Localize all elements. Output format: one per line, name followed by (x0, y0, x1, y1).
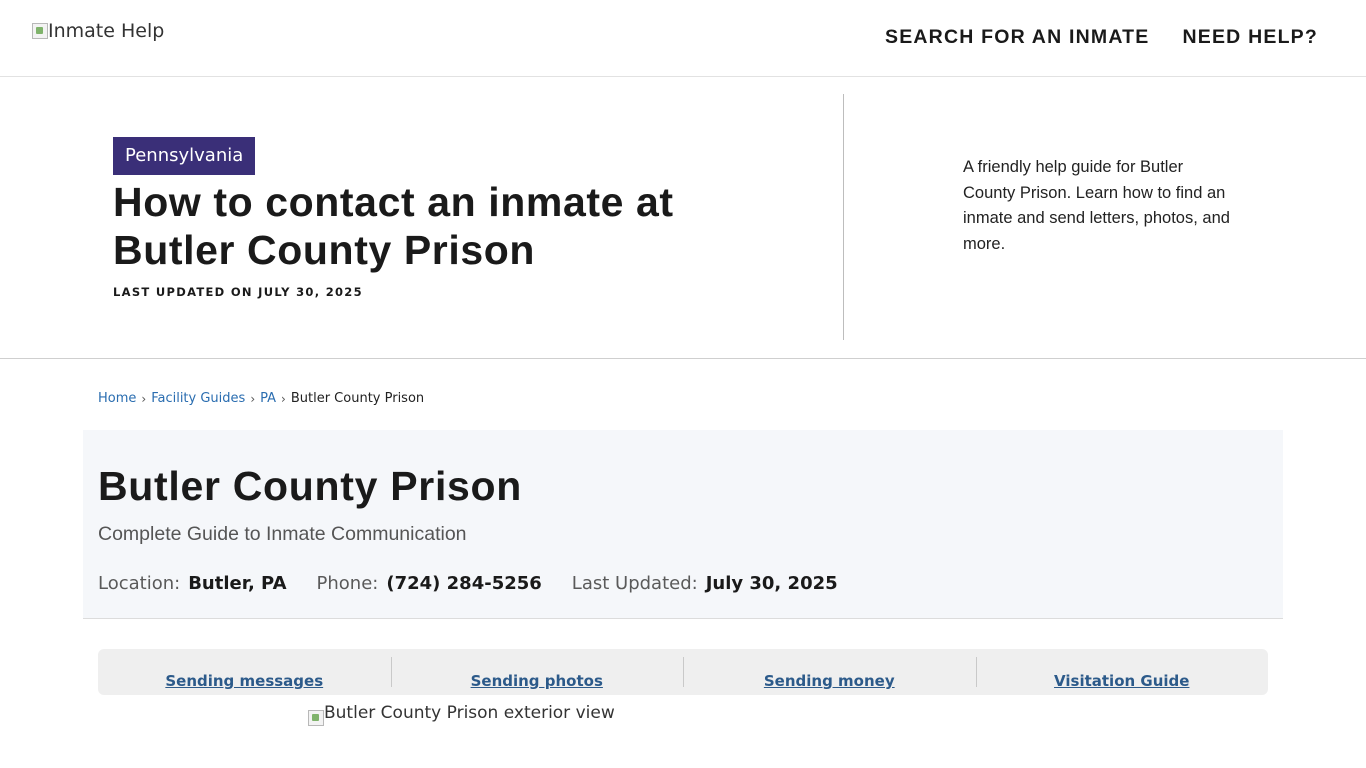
breadcrumb-separator: › (141, 391, 147, 406)
tab-visitation-guide: Visitation Guide (975, 657, 1269, 690)
tab-link-visitation-guide[interactable]: Visitation Guide (1054, 666, 1189, 696)
facility-exterior-image: Butler County Prison exterior view (308, 703, 615, 726)
nav-need-help[interactable]: NEED HELP? (1182, 26, 1318, 48)
facility-subtitle: Complete Guide to Inmate Communication (98, 523, 467, 545)
location-value: Butler, PA (188, 573, 287, 594)
state-badge[interactable]: Pennsylvania (113, 137, 256, 175)
meta-location: Location: Butler, PA (98, 572, 287, 596)
location-label: Location: (98, 573, 181, 594)
meta-last-updated: Last Updated: July 30, 2025 (572, 572, 838, 596)
breadcrumb-current: Butler County Prison (290, 391, 425, 406)
tab-sending-money: Sending money (683, 657, 976, 690)
tab-sending-photos: Sending photos (390, 657, 684, 690)
facility-card: Butler County Prison Complete Guide to I… (83, 430, 1283, 619)
facility-meta: Location: Butler, PA Phone: (724) 284-52… (98, 572, 838, 596)
breadcrumb-home[interactable]: Home (98, 391, 136, 406)
tab-sending-messages: Sending messages (98, 657, 391, 690)
breadcrumb-state[interactable]: PA (260, 391, 276, 406)
breadcrumb-facility-guides[interactable]: Facility Guides (151, 391, 245, 406)
main-nav: SEARCH FOR AN INMATE NEED HELP? (885, 26, 1318, 48)
hero-title: How to contact an inmate at Butler Count… (113, 179, 674, 273)
hero-divider (843, 94, 844, 340)
breadcrumb: Home › Facility Guides › PA › Butler Cou… (98, 391, 424, 406)
hero-last-updated: LAST UPDATED ON JULY 30, 2025 (113, 285, 363, 299)
tab-link-sending-money[interactable]: Sending money (764, 666, 895, 696)
facility-title: Butler County Prison (98, 463, 523, 509)
phone-value: (724) 284-5256 (386, 573, 542, 594)
logo-alt-text: Inmate Help (48, 20, 165, 42)
guide-tabs: Sending messages Sending photos Sending … (98, 649, 1268, 695)
last-updated-label: Last Updated: (571, 573, 698, 594)
hero-description: A friendly help guide for Butler County … (963, 158, 1230, 253)
site-logo[interactable]: Inmate Help (32, 20, 164, 50)
tab-link-sending-photos[interactable]: Sending photos (471, 666, 603, 696)
broken-image-icon (32, 23, 48, 39)
breadcrumb-separator: › (250, 391, 256, 406)
exterior-image-alt: Butler County Prison exterior view (324, 703, 615, 723)
nav-search-inmate[interactable]: SEARCH FOR AN INMATE (885, 26, 1150, 48)
tab-link-sending-messages[interactable]: Sending messages (165, 666, 323, 696)
site-header: Inmate Help SEARCH FOR AN INMATE NEED HE… (0, 0, 1366, 77)
hero-section: Pennsylvania How to contact an inmate at… (0, 77, 1366, 359)
meta-phone: Phone: (724) 284-5256 (317, 572, 542, 596)
last-updated-value: July 30, 2025 (705, 573, 838, 594)
breadcrumb-separator: › (281, 391, 286, 406)
broken-image-icon (308, 710, 324, 726)
phone-label: Phone: (316, 573, 379, 594)
